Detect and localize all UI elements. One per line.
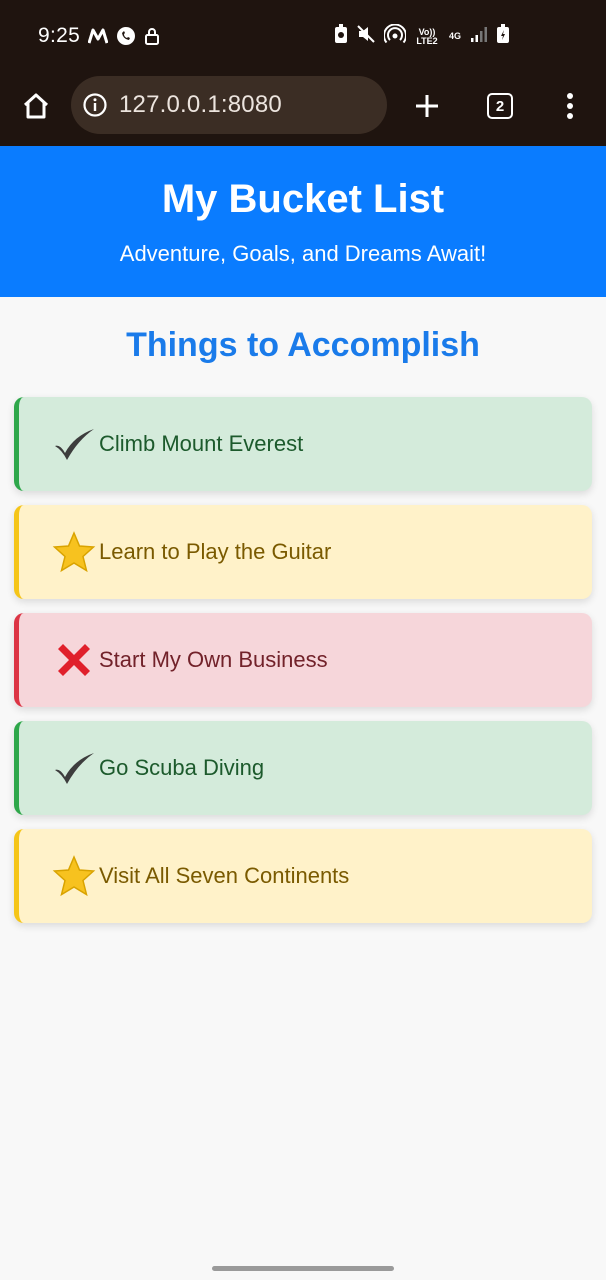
list-item: Climb Mount Everest [14, 397, 592, 491]
page-header: My Bucket List Adventure, Goals, and Dre… [0, 146, 606, 297]
status-bar: 9:25 Vo)) LTE2 4G [0, 0, 606, 76]
check-icon [52, 746, 96, 790]
address-bar[interactable]: 127.0.0.1:8080 [71, 76, 387, 134]
list-item-label: Start My Own Business [99, 647, 328, 672]
star-icon [52, 530, 96, 574]
home-icon[interactable] [16, 86, 56, 126]
star-icon [52, 854, 96, 898]
section-title: Things to Accomplish [126, 326, 480, 364]
app-m-icon [87, 28, 109, 49]
battery-icon [496, 24, 510, 49]
browser-toolbar: 127.0.0.1:8080 2 [0, 76, 606, 146]
tab-switcher-button[interactable]: 2 [487, 93, 513, 119]
list-item: Start My Own Business [14, 613, 592, 707]
battery-saver-icon [334, 24, 348, 49]
page-title: My Bucket List [161, 177, 445, 221]
info-icon[interactable] [83, 93, 107, 117]
list-item: Learn to Play the Guitar [14, 505, 592, 599]
page-subtitle: Adventure, Goals, and Dreams Await! [119, 241, 487, 266]
gesture-nav-handle[interactable] [212, 1266, 394, 1271]
list-item: Go Scuba Diving [14, 721, 592, 815]
volte-label: Vo)) LTE2 [416, 26, 438, 46]
network-label: 4G [448, 31, 461, 41]
cross-icon [52, 638, 96, 682]
hotspot-icon [383, 23, 407, 49]
list-item: Visit All Seven Continents [14, 829, 592, 923]
url-text[interactable]: 127.0.0.1:8080 [119, 91, 282, 119]
status-left-icons [87, 26, 160, 51]
list-item-label: Go Scuba Diving [99, 755, 265, 780]
status-time: 9:25 [38, 24, 81, 47]
list-item-label: Learn to Play the Guitar [99, 539, 332, 564]
more-menu-icon[interactable] [556, 86, 584, 126]
check-icon [52, 422, 96, 466]
whatsapp-icon [116, 26, 136, 51]
mute-icon [356, 24, 376, 49]
lock-icon [144, 27, 160, 50]
status-right-icons: Vo)) LTE2 4G [334, 23, 510, 49]
list-item-label: Climb Mount Everest [99, 431, 304, 456]
signal-icon [470, 25, 488, 48]
new-tab-icon[interactable] [405, 84, 449, 128]
list-item-label: Visit All Seven Continents [99, 863, 350, 888]
bucket-list: Climb Mount Everest Learn to Play the Gu… [14, 397, 592, 937]
